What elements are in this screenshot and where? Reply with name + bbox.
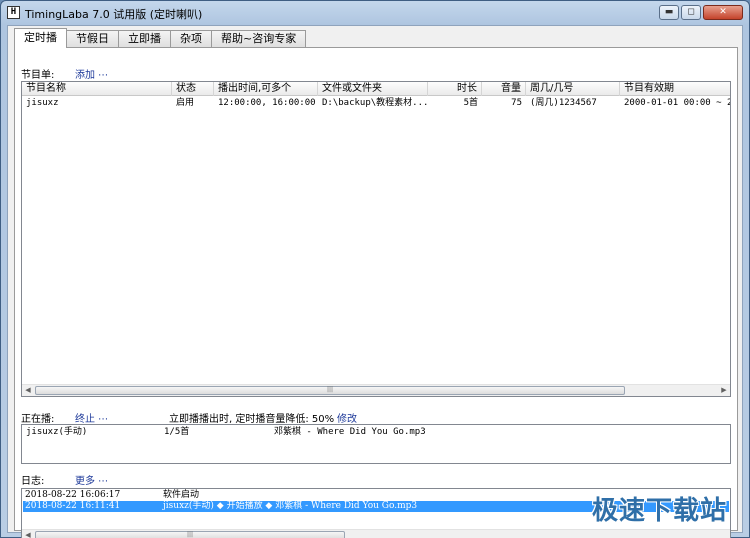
column-header-file[interactable]: 文件或文件夹: [318, 82, 428, 96]
log-horizontal-scrollbar[interactable]: ◀ |||: [22, 529, 730, 538]
column-header-times[interactable]: 播出时间,可多个: [214, 82, 318, 96]
program-times: 12:00:00, 16:00:00: [218, 98, 316, 108]
program-duration: 5首: [463, 98, 478, 108]
schedule-horizontal-scrollbar[interactable]: ◀ ||| ▶: [22, 384, 730, 396]
tab-strip: 定时播 节假日 立即播 杂项 帮助~咨询专家: [14, 28, 307, 48]
app-window: H TimingLaba 7.0 试用版 (定时喇叭) ▬ ◻ ✕ 定时播 节假…: [0, 0, 750, 538]
client-area: 定时播 节假日 立即播 杂项 帮助~咨询专家 节目单: 添加 ⋯ 节目名称 状态…: [7, 25, 743, 538]
watermark-logo: 极速下载站: [591, 496, 727, 526]
tab-misc[interactable]: 杂项: [170, 30, 212, 48]
tab-panel: 节目单: 添加 ⋯ 节目名称 状态 播出时间,可多个 文件或文件夹 时长 音量 …: [14, 47, 738, 538]
program-volume: 75: [511, 98, 522, 108]
volume-duck-info: 立即播播出时, 定时播音量降低: 50%: [169, 414, 335, 425]
app-logo-icon: H: [7, 6, 20, 19]
schedule-list-header: 节目名称 状态 播出时间,可多个 文件或文件夹 时长 音量 周几/几号 节目有效…: [22, 82, 730, 96]
column-header-duration[interactable]: 时长: [428, 82, 482, 96]
window-title: TimingLaba 7.0 试用版 (定时喇叭): [25, 8, 203, 21]
maximize-button[interactable]: ◻: [681, 5, 701, 20]
log-entry-message: 软件启动: [163, 490, 200, 500]
program-file: D:\backup\教程素材...: [322, 98, 428, 108]
minimize-button[interactable]: ▬: [659, 5, 679, 20]
tab-holidays[interactable]: 节假日: [66, 30, 119, 48]
close-button[interactable]: ✕: [703, 5, 743, 20]
modify-link[interactable]: 修改: [337, 410, 357, 425]
scroll-left-arrow-icon[interactable]: ◀: [22, 530, 34, 538]
log-label: 日志:: [21, 476, 45, 487]
program-status: 启用: [176, 98, 195, 108]
schedule-list[interactable]: 节目名称 状态 播出时间,可多个 文件或文件夹 时长 音量 周几/几号 节目有效…: [21, 81, 731, 397]
scroll-right-arrow-icon[interactable]: ▶: [718, 385, 730, 396]
program-validity: 2000-01-01 00:00 ~ 2099: [624, 98, 730, 108]
column-header-weekdays[interactable]: 周几/几号: [526, 82, 620, 96]
list-item[interactable]: jisuxz(手动) 1/5首 邓紫棋 - Where Did You Go.m…: [22, 426, 570, 439]
column-header-volume[interactable]: 音量: [482, 82, 526, 96]
tab-scheduled-play[interactable]: 定时播: [14, 28, 67, 48]
column-header-name[interactable]: 节目名称: [22, 82, 172, 96]
scroll-thumb[interactable]: |||: [35, 531, 345, 538]
now-playing-track: 邓紫棋 - Where Did You Go.mp3: [274, 427, 426, 437]
add-program-link[interactable]: 添加 ⋯: [75, 66, 108, 81]
now-playing-count: 1/5首: [164, 427, 190, 437]
more-log-link[interactable]: 更多 ⋯: [75, 472, 108, 487]
program-weekdays: (周几)1234567: [530, 98, 597, 108]
title-bar[interactable]: H TimingLaba 7.0 试用版 (定时喇叭) ▬ ◻ ✕: [1, 1, 749, 25]
stop-link[interactable]: 终止 ⋯: [75, 410, 108, 425]
table-row[interactable]: jisuxz 启用 12:00:00, 16:00:00 D:\backup\教…: [22, 97, 730, 110]
scroll-left-arrow-icon[interactable]: ◀: [22, 385, 34, 396]
log-entry-time: 2018-08-22 16:11:41: [25, 501, 121, 511]
schedule-label: 节目单:: [21, 70, 55, 81]
tab-help[interactable]: 帮助~咨询专家: [211, 30, 307, 48]
scroll-thumb[interactable]: |||: [35, 386, 625, 395]
now-playing-name: jisuxz(手动): [26, 427, 88, 437]
program-name: jisuxz: [26, 98, 59, 108]
tab-play-now[interactable]: 立即播: [118, 30, 171, 48]
log-entry-time: 2018-08-22 16:06:17: [25, 490, 121, 500]
now-playing-list[interactable]: jisuxz(手动) 1/5首 邓紫棋 - Where Did You Go.m…: [21, 424, 731, 464]
log-entry-message: jisuxz(手动) ◆ 开始播放 ◆ 邓紫棋 - Where Did You …: [163, 501, 418, 511]
now-playing-label: 正在播:: [21, 414, 55, 425]
column-header-status[interactable]: 状态: [172, 82, 214, 96]
column-header-validity[interactable]: 节目有效期: [620, 82, 730, 96]
